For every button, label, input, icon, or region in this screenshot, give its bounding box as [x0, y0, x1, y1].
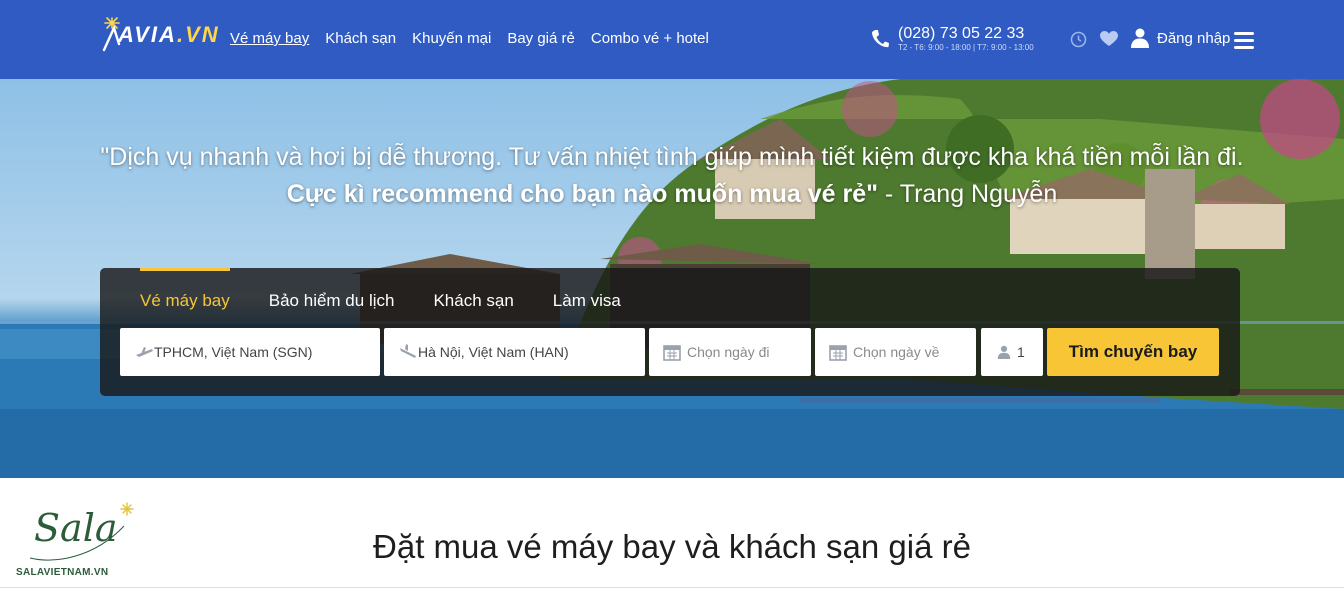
top-header: AVIA.VN Vé máy bay Khách sạn Khuyến mại …: [0, 0, 1344, 79]
tab-visa[interactable]: Làm visa: [553, 268, 621, 318]
depart-date-placeholder: Chọn ngày đi: [687, 344, 770, 360]
clock-icon[interactable]: [1070, 31, 1087, 48]
nav-combo[interactable]: Combo vé + hotel: [591, 30, 709, 47]
search-tabs: Vé máy bay Bảo hiểm du lịch Khách sạn Là…: [140, 268, 621, 318]
calendar-icon: [663, 345, 681, 361]
login-link[interactable]: Đăng nhập: [1157, 30, 1230, 47]
main-nav: Vé máy bay Khách sạn Khuyến mại Bay giá …: [230, 30, 709, 47]
nav-hotels[interactable]: Khách sạn: [325, 30, 396, 47]
tab-hotels[interactable]: Khách sạn: [433, 268, 513, 318]
destination-value: Hà Nội, Việt Nam (HAN): [418, 344, 569, 360]
sala-brand-site: SALAVIETNAM.VN: [16, 567, 109, 578]
section-divider: [0, 587, 1344, 588]
hamburger-menu-icon[interactable]: [1234, 32, 1254, 49]
logo-text[interactable]: AVIA.VN: [118, 22, 220, 48]
return-date-field[interactable]: Chọn ngày về: [815, 328, 976, 376]
return-date-placeholder: Chọn ngày về: [853, 344, 940, 360]
passenger-count-field[interactable]: 1: [981, 328, 1043, 376]
phone-icon[interactable]: [871, 29, 889, 49]
testimonial-line-1: "Dịch vụ nhanh và hơi bị dễ thương. Tư v…: [100, 143, 1244, 171]
customer-testimonial: "Dịch vụ nhanh và hơi bị dễ thương. Tư v…: [0, 139, 1344, 213]
testimonial-author: - Trang Nguyễn: [877, 180, 1058, 208]
hotline-hours: T2 - T6: 9:00 - 18:00 | T7: 9:00 - 13:00: [898, 43, 1034, 52]
search-flights-button[interactable]: Tìm chuyến bay: [1047, 328, 1219, 376]
person-icon: [997, 345, 1011, 359]
destination-field[interactable]: Hà Nội, Việt Nam (HAN): [384, 328, 645, 376]
hero-banner: "Dịch vụ nhanh và hơi bị dễ thương. Tư v…: [0, 79, 1344, 478]
origin-field[interactable]: TPHCM, Việt Nam (SGN): [120, 328, 380, 376]
nav-promotions[interactable]: Khuyến mại: [412, 30, 491, 47]
tab-flights[interactable]: Vé máy bay: [140, 268, 230, 318]
depart-date-field[interactable]: Chọn ngày đi: [649, 328, 811, 376]
tab-travel-insurance[interactable]: Bảo hiểm du lịch: [269, 268, 395, 318]
plane-takeoff-icon: [136, 347, 153, 357]
origin-value: TPHCM, Việt Nam (SGN): [154, 344, 313, 360]
nav-cheap-flights[interactable]: Bay giá rẻ: [507, 30, 575, 47]
heart-icon[interactable]: [1100, 31, 1118, 47]
testimonial-line-2: Cực kì recommend cho bạn nào muốn mua vé…: [0, 176, 1344, 213]
nav-flights[interactable]: Vé máy bay: [230, 30, 309, 47]
calendar-icon: [829, 345, 847, 361]
section-headline: Đặt mua vé máy bay và khách sạn giá rẻ: [373, 528, 971, 565]
hotline-number[interactable]: (028) 73 05 22 33: [898, 25, 1024, 43]
passenger-count: 1: [1017, 344, 1025, 360]
flight-search-panel: Vé máy bay Bảo hiểm du lịch Khách sạn Là…: [100, 268, 1240, 396]
plane-landing-icon: [400, 344, 416, 358]
testimonial-highlight: Cực kì recommend cho bạn nào muốn mua vé…: [286, 180, 878, 208]
user-icon[interactable]: [1131, 28, 1149, 48]
